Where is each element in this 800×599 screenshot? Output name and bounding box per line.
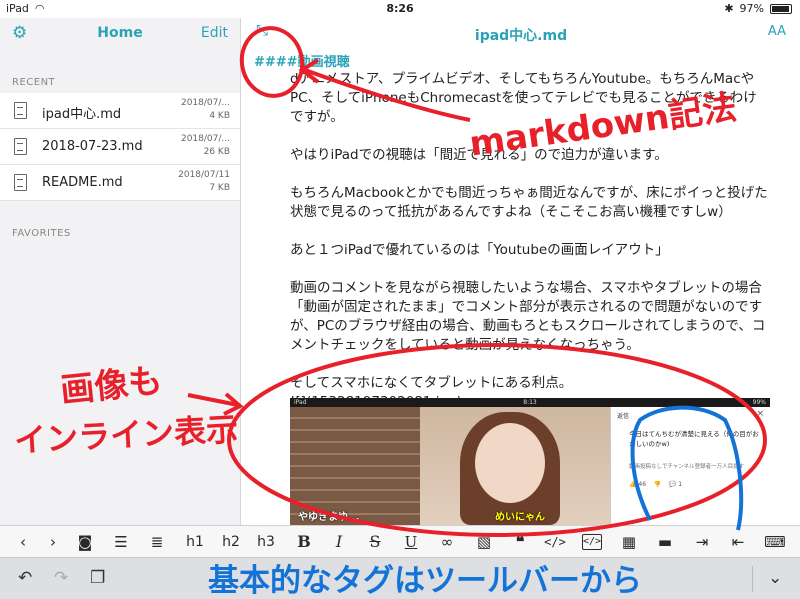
file-icon: [14, 102, 27, 119]
thumbs-up-icon: 👍: [629, 481, 637, 488]
reply-count: 1: [678, 481, 683, 488]
paragraph[interactable]: そしてスマホになくてタブレットにある利点。: [290, 374, 770, 393]
outdent-icon[interactable]: ⇤: [725, 532, 751, 552]
chevron-right-icon[interactable]: ›: [40, 532, 66, 552]
file-name: ipad中心.md: [42, 107, 122, 122]
file-size: 7 KB: [209, 183, 230, 193]
redo-icon[interactable]: ↷: [54, 568, 68, 588]
status-time: 8:26: [386, 2, 414, 15]
battery-icon: [770, 3, 792, 14]
status-bar: iPad ◠ 8:26 ✱ 97%: [0, 0, 800, 18]
image-subtitle-right: めいにゃん: [495, 512, 545, 523]
inline-image-statusbar: iPad 8:13 99%: [290, 398, 770, 407]
comment-panel-header: 返信: [617, 413, 630, 420]
file-icon: [14, 138, 27, 155]
inline-time: 8:13: [523, 399, 537, 406]
file-name: README.md: [42, 175, 123, 190]
paragraph[interactable]: あと１つiPadで優れているのは「Youtubeの画面レイアウト」: [290, 241, 770, 260]
image-icon[interactable]: ▧: [471, 532, 497, 552]
recent-file-list: ipad中心.md 2018/07/... 4 KB 2018-07-23.md…: [0, 93, 240, 201]
paste-icon[interactable]: ❐: [90, 568, 105, 588]
toolbar-annotation: 基本的なタグはツールバーから: [208, 563, 642, 599]
heading-2-button[interactable]: h2: [218, 532, 244, 552]
thumbs-down-icon: 👎: [653, 481, 662, 488]
heading-1-button[interactable]: h1: [182, 532, 208, 552]
code-block-button[interactable]: </>: [582, 534, 602, 550]
quote-icon[interactable]: ❝: [507, 532, 533, 552]
font-size-button[interactable]: AA: [768, 24, 786, 39]
heading-3-button[interactable]: h3: [253, 532, 279, 552]
strikethrough-button[interactable]: S: [362, 532, 388, 552]
horizontal-rule-icon[interactable]: ▬: [652, 532, 678, 552]
underline-button[interactable]: U: [398, 532, 424, 552]
file-item-readme[interactable]: README.md 2018/07/11 7 KB: [0, 165, 240, 201]
hide-keyboard-chevron-icon[interactable]: ⌄: [768, 568, 782, 588]
numbered-list-icon[interactable]: ≣: [144, 532, 170, 552]
italic-button[interactable]: I: [326, 532, 352, 552]
file-date: 2018/07/11: [178, 170, 230, 180]
status-right: ✱ 97%: [724, 2, 792, 15]
inline-battery: 99%: [752, 399, 766, 406]
undo-icon[interactable]: ↶: [18, 568, 32, 588]
editor-nav-bar: ⤡ ipad中心.md AA: [242, 18, 800, 48]
divider: [752, 566, 753, 592]
comment-text: 今日はてんちむが清楚に見える（俺の目がおかしいのかw): [629, 430, 759, 448]
paragraph[interactable]: もちろんMacbookとかでも間近っちゃぁ間近なんですが、床にポイっと投げた状態…: [290, 184, 770, 222]
close-icon: ×: [756, 409, 764, 419]
comment-likes-row: 👍 46 👎 💬 1: [629, 481, 682, 488]
file-icon: [14, 174, 27, 191]
document-title: ipad中心.md: [474, 28, 568, 44]
file-item-2018-07-23[interactable]: 2018-07-23.md 2018/07/... 26 KB: [0, 129, 240, 165]
bold-button[interactable]: B: [291, 532, 317, 552]
markdown-heading[interactable]: ####動画視聴: [254, 51, 350, 70]
camera-icon[interactable]: ◙: [72, 532, 98, 552]
table-icon[interactable]: ▦: [616, 532, 642, 552]
bullet-list-icon[interactable]: ☰: [108, 532, 134, 552]
keyboard-icon[interactable]: ⌨: [762, 532, 788, 552]
comment-reply-note: 動画投稿なしでチャンネル登録者一万人目指す: [629, 464, 745, 470]
edit-button[interactable]: Edit: [201, 25, 228, 41]
file-date: 2018/07/...: [180, 134, 230, 144]
favorites-section-label: FAVORITES: [12, 228, 71, 239]
image-subtitle-left: やゆきまゆ...: [298, 512, 360, 523]
file-name: 2018-07-23.md: [42, 139, 143, 154]
comment-panel: 返信 × 今日はてんちむが清楚に見える（俺の目がおかしいのかw) 動画投稿なしで…: [610, 407, 770, 525]
indent-icon[interactable]: ⇥: [689, 532, 715, 552]
link-icon[interactable]: ∞: [434, 532, 460, 552]
file-size: 4 KB: [209, 111, 230, 121]
file-item-ipad[interactable]: ipad中心.md 2018/07/... 4 KB: [0, 93, 240, 129]
chevron-left-icon[interactable]: ‹: [10, 532, 36, 552]
sidebar-nav-bar: ⚙ Home Edit: [0, 18, 240, 48]
formatting-toolbar: ‹ › ◙ ☰ ≣ h1 h2 h3 B I S U ∞ ▧ ❝ </> </>…: [0, 525, 800, 557]
recent-section-label: RECENT: [12, 77, 56, 88]
image-person-face: [475, 423, 545, 503]
file-date: 2018/07/...: [180, 98, 230, 108]
inline-code-button[interactable]: </>: [542, 532, 568, 552]
battery-percent: 97%: [739, 2, 764, 15]
bluetooth-icon: ✱: [724, 2, 734, 15]
file-size: 26 KB: [203, 147, 230, 157]
reply-icon: 💬: [668, 481, 677, 488]
inline-image-preview: iPad 8:13 99% やゆきまゆ... めいにゃん 返信 × 今日はてんち…: [290, 398, 770, 525]
like-count: 46: [638, 481, 647, 488]
paragraph[interactable]: 動画のコメントを見ながら視聴したいような場合、スマホやタブレットの場合「動画が固…: [290, 279, 770, 355]
